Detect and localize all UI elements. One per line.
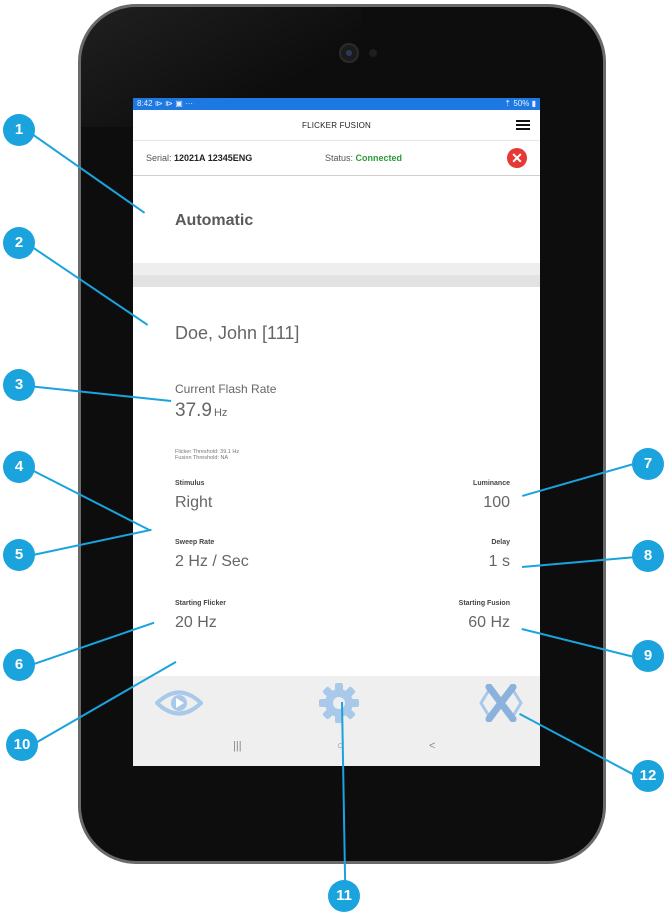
callout-badge-12: 12 (632, 760, 664, 792)
callout-badge-2: 2 (3, 227, 35, 259)
app-bar: FLICKER FUSION (133, 110, 540, 141)
section-divider-dark (133, 275, 540, 287)
flash-rate-unit: Hz (213, 407, 228, 419)
starting-flicker-label: Starting Flicker (175, 600, 226, 607)
starting-fusion-label: Starting Fusion (458, 600, 510, 607)
app-title: FLICKER FUSION (301, 120, 372, 130)
device-info-bar: Serial: 12021A 12345ENG Status: Connecte… (133, 141, 540, 176)
threshold-info: Flicker Threshold: 39.1 Hz Fusion Thresh… (175, 449, 239, 461)
status-value: Connected (355, 153, 403, 163)
callout-badge-3: 3 (3, 369, 35, 401)
serial-info: Serial: 12021A 12345ENG (146, 153, 253, 163)
system-nav-bar: ||| ○ < (133, 726, 540, 766)
starting-fusion-value[interactable]: 60 Hz (468, 614, 510, 632)
stimulus-label: Stimulus (175, 480, 205, 487)
section-divider (133, 263, 540, 275)
delay-value[interactable]: 1 s (489, 553, 510, 571)
eye-play-icon[interactable] (155, 688, 203, 718)
connection-status: Status: Connected (325, 153, 403, 163)
callout-badge-1: 1 (3, 114, 35, 146)
disconnect-close-icon[interactable]: ✕ (507, 148, 527, 168)
callout-badge-4: 4 (3, 451, 35, 483)
app-screen: 8:42 ⧐ ⧐ ▣ ··· ⇡ 50% ▮ FLICKER FUSION Se… (133, 98, 540, 766)
status-bar: 8:42 ⧐ ⧐ ▣ ··· ⇡ 50% ▮ (133, 98, 540, 110)
gear-icon[interactable] (318, 682, 360, 724)
serial-number: 12021A 12345ENG (174, 153, 253, 163)
back-button[interactable]: < (429, 740, 435, 752)
callout-badge-9: 9 (632, 640, 664, 672)
callout-badge-10: 10 (6, 729, 38, 761)
flash-rate-value: 37.9 Hz (175, 400, 228, 421)
sweep-rate-label: Sweep Rate (175, 539, 215, 546)
callout-badge-6: 6 (3, 649, 35, 681)
sensor-dot (369, 49, 377, 57)
luminance-label: Luminance (473, 480, 510, 487)
callout-badge-8: 8 (632, 540, 664, 572)
battery-indicator: ⇡ 50% ▮ (504, 99, 536, 108)
sweep-rate-value[interactable]: 2 Hz / Sec (175, 553, 249, 571)
recent-apps-button[interactable]: ||| (233, 740, 242, 752)
patient-name: Doe, John [111] (175, 323, 300, 343)
test-mode: Automatic (175, 212, 254, 229)
clock: 8:42 (137, 99, 153, 108)
cross-arrows-icon[interactable] (479, 684, 523, 722)
camera-icon (339, 43, 359, 63)
hamburger-menu-icon[interactable] (516, 120, 530, 130)
delay-label: Delay (491, 539, 510, 546)
callout-badge-11: 11 (328, 880, 360, 912)
callout-badge-5: 5 (3, 539, 35, 571)
notification-icons: ⧐ ⧐ ▣ ··· (154, 99, 194, 108)
stimulus-value[interactable]: Right (175, 494, 212, 512)
luminance-value[interactable]: 100 (483, 494, 510, 512)
fusion-threshold: Fusion Threshold: NA (175, 455, 229, 461)
status-bar-left: 8:42 ⧐ ⧐ ▣ ··· (137, 98, 193, 110)
bottom-toolbar (133, 676, 540, 726)
flash-rate-label: Current Flash Rate (175, 382, 277, 396)
starting-flicker-value[interactable]: 20 Hz (175, 614, 217, 632)
callout-badge-7: 7 (632, 448, 664, 480)
